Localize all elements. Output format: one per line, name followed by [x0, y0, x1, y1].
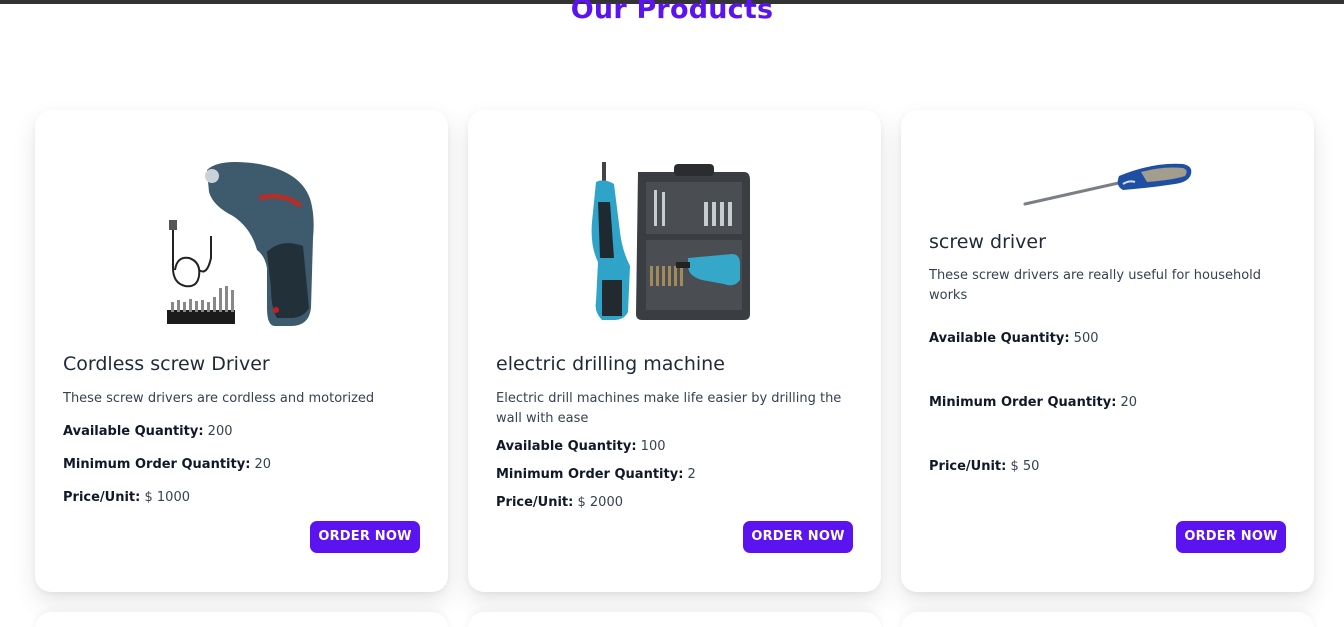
minimum-order-quantity-value: 2	[687, 467, 696, 482]
minimum-order-quantity-value: 20	[1120, 395, 1138, 410]
product-title: electric drilling machine	[496, 353, 725, 375]
order-now-button[interactable]: ORDER NOW	[1176, 521, 1286, 553]
product-card-partial	[468, 612, 881, 627]
available-quantity-label: Available Quantity:	[496, 439, 637, 454]
product-image-cordless-screwdriver	[163, 158, 323, 330]
minimum-order-quantity: Minimum Order Quantity: 20	[63, 457, 271, 472]
minimum-order-quantity-label: Minimum Order Quantity:	[63, 457, 251, 472]
order-now-button[interactable]: ORDER NOW	[310, 521, 420, 553]
price-per-unit-label: Price/Unit:	[496, 495, 574, 510]
price-per-unit-label: Price/Unit:	[63, 490, 141, 505]
product-card: Cordless screw Driver These screw driver…	[35, 110, 448, 592]
price-per-unit-value: $ 2000	[577, 495, 624, 510]
product-description: These screw drivers are really useful fo…	[929, 268, 1262, 303]
product-card-partial	[901, 612, 1314, 627]
available-quantity-label: Available Quantity:	[63, 424, 204, 439]
available-quantity-value: 500	[1073, 331, 1099, 346]
available-quantity: Available Quantity: 100	[496, 439, 666, 454]
minimum-order-quantity: Minimum Order Quantity: 2	[496, 467, 696, 482]
order-now-button[interactable]: ORDER NOW	[743, 521, 853, 553]
price-per-unit-value: $ 1000	[144, 490, 191, 505]
available-quantity-label: Available Quantity:	[929, 331, 1070, 346]
product-card: screw driver These screw drivers are rea…	[901, 110, 1314, 592]
price-per-unit: Price/Unit: $ 1000	[63, 490, 190, 505]
product-card: electric drilling machine Electric drill…	[468, 110, 881, 592]
price-per-unit-label: Price/Unit:	[929, 459, 1007, 474]
available-quantity: Available Quantity: 500	[929, 331, 1099, 346]
product-image-drill-kit	[584, 162, 754, 324]
price-per-unit: Price/Unit: $ 50	[929, 459, 1039, 474]
price-per-unit: Price/Unit: $ 2000	[496, 495, 623, 510]
page-title: Our Products	[570, 0, 774, 25]
product-image-screwdriver	[1023, 160, 1195, 208]
available-quantity-value: 100	[640, 439, 666, 454]
minimum-order-quantity-label: Minimum Order Quantity:	[496, 467, 684, 482]
price-per-unit-value: $ 50	[1010, 459, 1040, 474]
product-description: Electric drill machines make life easier…	[496, 391, 842, 426]
available-quantity-value: 200	[207, 424, 233, 439]
product-card-partial	[35, 612, 448, 627]
minimum-order-quantity-value: 20	[254, 457, 272, 472]
product-description: These screw drivers are cordless and mot…	[63, 391, 375, 406]
product-title: Cordless screw Driver	[63, 353, 270, 375]
minimum-order-quantity: Minimum Order Quantity: 20	[929, 395, 1137, 410]
minimum-order-quantity-label: Minimum Order Quantity:	[929, 395, 1117, 410]
available-quantity: Available Quantity: 200	[63, 424, 233, 439]
product-title: screw driver	[929, 231, 1046, 253]
